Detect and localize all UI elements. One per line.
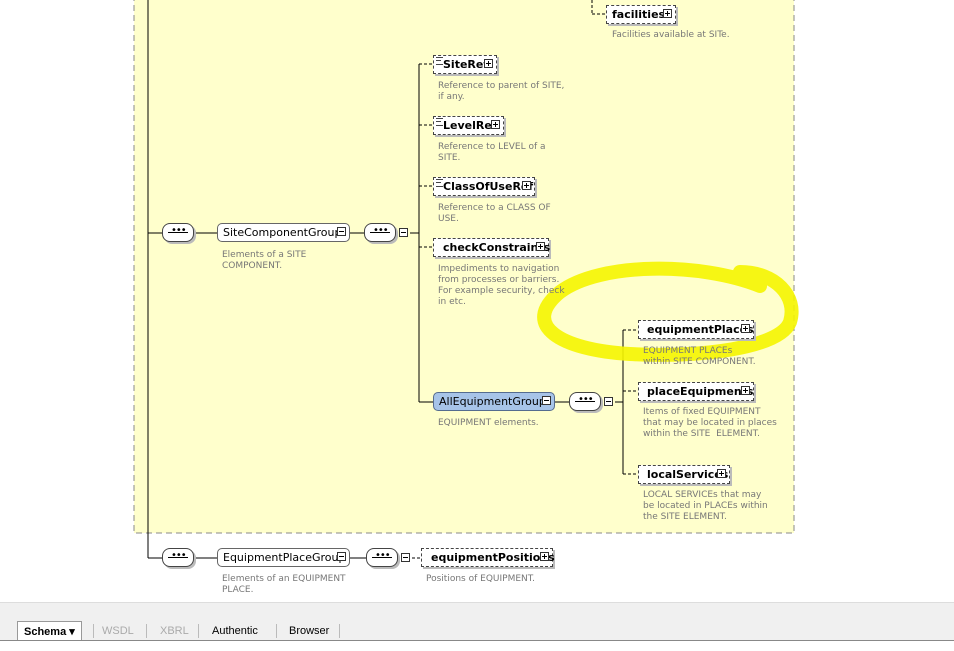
attributes-icon xyxy=(436,118,443,126)
equipment-positions-desc: Positions of EQUIPMENT. xyxy=(426,574,536,584)
tab-authentic[interactable]: Authentic xyxy=(212,621,258,641)
place-equipments-desc: Items of fixed EQUIPMENT that may be loc… xyxy=(643,407,777,439)
check-constraints-node[interactable]: checkConstraints xyxy=(433,238,551,257)
collapse-icon[interactable] xyxy=(337,227,346,236)
facilities-label: facilities xyxy=(612,8,666,21)
level-ref-label: LevelRef xyxy=(443,119,497,132)
check-constraints-desc: Impediments to navigation from processes… xyxy=(438,264,565,307)
expand-icon[interactable] xyxy=(540,552,549,561)
equipment-positions-node[interactable]: equipmentPositions xyxy=(421,548,555,567)
messages-strip xyxy=(0,640,954,651)
equipment-place-group-label: EquipmentPlaceGroup xyxy=(223,551,346,564)
expand-icon[interactable] xyxy=(522,181,531,190)
tab-schema[interactable]: Schema ▾ xyxy=(17,621,82,642)
level-ref-node[interactable]: LevelRef xyxy=(433,116,504,135)
site-ref-node[interactable]: SiteRef xyxy=(433,55,497,74)
local-services-node[interactable]: localServices xyxy=(638,465,730,484)
collapse-icon[interactable] xyxy=(542,396,551,405)
equipment-place-group-node[interactable]: EquipmentPlaceGroup xyxy=(217,548,350,567)
place-equipments-node[interactable]: placeEquipments xyxy=(638,382,754,401)
equipment-positions-label: equipmentPositions xyxy=(431,551,555,564)
class-of-use-ref-desc: Reference to a CLASS OF USE. xyxy=(438,203,551,224)
facilities-desc: Facilities available at SITe. xyxy=(612,30,730,40)
expand-icon[interactable] xyxy=(741,324,750,333)
place-equipments-label: placeEquipments xyxy=(647,385,754,398)
site-component-group-node[interactable]: SiteComponentGroup xyxy=(217,223,350,242)
all-equipment-group-node[interactable]: AllEquipmentGroup xyxy=(433,392,555,411)
expand-icon[interactable] xyxy=(741,386,750,395)
equipment-places-node[interactable]: equipmentPlaces xyxy=(638,320,754,339)
local-services-desc: LOCAL SERVICEs that may be located in PL… xyxy=(643,490,768,522)
expand-icon[interactable] xyxy=(491,120,500,129)
collapse-icon[interactable] xyxy=(399,228,408,237)
expand-icon[interactable] xyxy=(536,242,545,251)
site-component-group-desc: Elements of a SITE COMPONENT. xyxy=(222,250,307,271)
sequence-compositor-2[interactable] xyxy=(364,223,396,242)
site-ref-label: SiteRef xyxy=(443,58,489,71)
tab-browser[interactable]: Browser xyxy=(289,621,329,641)
class-of-use-ref-label: ClassOfUseRef xyxy=(443,180,534,193)
attributes-icon xyxy=(436,179,443,187)
all-equipment-group-label: AllEquipmentGroup xyxy=(439,395,546,408)
attributes-icon xyxy=(436,57,443,65)
tab-wsdl[interactable]: WSDL xyxy=(102,621,134,641)
equipment-places-label: equipmentPlaces xyxy=(647,323,754,336)
equipment-place-group-desc: Elements of an EQUIPMENT PLACE. xyxy=(222,574,346,595)
facilities-node[interactable]: facilities xyxy=(606,5,676,24)
expand-icon[interactable] xyxy=(484,59,493,68)
site-component-group-label: SiteComponentGroup xyxy=(223,226,342,239)
class-of-use-ref-node[interactable]: ClassOfUseRef xyxy=(433,177,535,196)
sequence-compositor-4[interactable] xyxy=(162,548,194,567)
collapse-icon[interactable] xyxy=(337,552,346,561)
check-constraints-label: checkConstraints xyxy=(443,241,551,254)
equipment-places-desc: EQUIPMENT PLACEs within SITE COMPONENT. xyxy=(643,346,756,367)
collapse-icon[interactable] xyxy=(401,553,410,562)
sequence-compositor-5[interactable] xyxy=(366,548,398,567)
level-ref-desc: Reference to LEVEL of a SITE. xyxy=(438,142,546,163)
sequence-compositor-3[interactable] xyxy=(569,392,601,411)
tab-xbrl[interactable]: XBRL xyxy=(160,621,189,641)
site-ref-desc: Reference to parent of SITE, if any. xyxy=(438,81,565,102)
sequence-compositor-1[interactable] xyxy=(162,223,194,242)
collapse-icon[interactable] xyxy=(604,397,613,406)
all-equipment-group-desc: EQUIPMENT elements. xyxy=(438,418,539,428)
expand-icon[interactable] xyxy=(717,469,726,478)
expand-icon[interactable] xyxy=(663,9,672,18)
